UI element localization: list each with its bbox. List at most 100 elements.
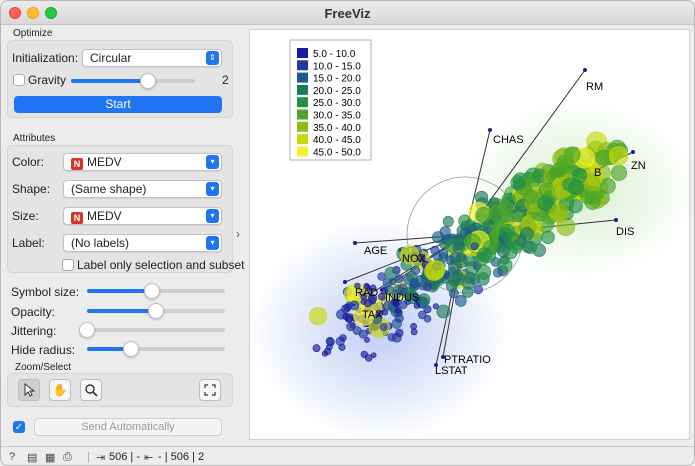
data-point[interactable] <box>610 164 627 181</box>
shape-select[interactable]: (Same shape) ▾ <box>63 180 222 198</box>
data-point[interactable] <box>423 314 432 323</box>
data-point[interactable] <box>523 189 539 205</box>
data-point[interactable] <box>394 307 402 314</box>
data-point[interactable] <box>432 303 439 310</box>
color-select[interactable]: N MEDV ▾ <box>63 153 222 171</box>
data-point[interactable] <box>551 162 567 178</box>
data-point[interactable] <box>382 278 393 288</box>
data-point[interactable] <box>442 216 454 228</box>
data-point[interactable] <box>349 300 360 311</box>
data-point[interactable] <box>510 175 526 191</box>
data-point[interactable] <box>462 286 474 298</box>
save-icon[interactable]: ▤ <box>27 451 37 464</box>
initialization-select[interactable]: Circular ⇕ <box>82 49 222 67</box>
preview-icon[interactable]: ⎙ <box>63 451 72 464</box>
data-point[interactable] <box>595 149 612 166</box>
data-point[interactable] <box>520 227 534 241</box>
data-point[interactable] <box>358 329 368 339</box>
gravity-slider-handle[interactable] <box>140 73 156 89</box>
data-point[interactable] <box>537 195 553 211</box>
data-point[interactable] <box>381 309 389 316</box>
anchor-point[interactable] <box>583 68 587 72</box>
data-point[interactable] <box>425 260 446 280</box>
data-point[interactable] <box>476 264 492 280</box>
size-select[interactable]: N MEDV ▾ <box>63 207 222 225</box>
data-point[interactable] <box>497 200 514 217</box>
output-icon: ⇤ <box>144 452 154 464</box>
data-point[interactable] <box>477 247 493 263</box>
jittering-slider[interactable] <box>79 322 225 338</box>
data-point[interactable] <box>410 265 421 276</box>
anchor-label-zn: ZN <box>631 160 646 172</box>
data-point[interactable] <box>504 231 520 247</box>
send-automatically-button[interactable]: Send Automatically <box>34 418 222 436</box>
data-point[interactable] <box>410 322 417 330</box>
freeviz-plot[interactable]: RM ZN CHAS B DIS AGE NOX RAD INDUS TAX P… <box>249 29 694 441</box>
data-point[interactable] <box>473 284 483 295</box>
data-point[interactable] <box>323 347 332 356</box>
jittering-slider-handle[interactable] <box>79 322 95 338</box>
data-point[interactable] <box>432 231 445 244</box>
data-point[interactable] <box>394 313 404 323</box>
data-point[interactable] <box>364 354 373 362</box>
legend-label: 30.0 - 35.0 <box>313 111 361 122</box>
data-point[interactable] <box>549 203 569 223</box>
symbol-size-slider[interactable] <box>87 283 225 299</box>
legend-label: 5.0 - 10.0 <box>313 49 356 60</box>
data-point[interactable] <box>492 267 503 278</box>
label-select[interactable]: (No labels) ▾ <box>63 234 222 252</box>
anchor-point[interactable] <box>488 128 492 132</box>
report-icon[interactable]: ▦ <box>45 451 55 464</box>
data-point[interactable] <box>436 304 451 319</box>
data-point[interactable] <box>521 240 534 253</box>
data-point[interactable] <box>438 249 449 259</box>
symbol-size-slider-handle[interactable] <box>144 283 160 299</box>
data-point[interactable] <box>470 242 479 251</box>
optimize-box: Initialization: Circular ⇕ Gravity 2 Sta… <box>7 40 233 118</box>
data-point[interactable] <box>563 146 581 164</box>
data-point[interactable] <box>346 322 356 332</box>
anchor-point[interactable] <box>353 241 357 245</box>
collapse-panel-icon[interactable]: › <box>236 227 240 241</box>
anchor-point[interactable] <box>631 150 635 154</box>
data-point[interactable] <box>415 274 428 288</box>
gravity-slider[interactable] <box>71 73 195 89</box>
data-point[interactable] <box>458 214 472 228</box>
data-point[interactable] <box>379 322 388 331</box>
data-point[interactable] <box>608 146 629 166</box>
data-point[interactable] <box>308 307 328 326</box>
zoom-tool-button[interactable] <box>80 379 102 401</box>
data-point[interactable] <box>344 314 354 323</box>
data-point[interactable] <box>599 177 616 194</box>
data-point[interactable] <box>455 295 467 307</box>
fit-view-button[interactable] <box>199 379 221 401</box>
data-point[interactable] <box>451 272 465 286</box>
data-point[interactable] <box>325 336 335 346</box>
opacity-slider-handle[interactable] <box>148 303 164 319</box>
data-point[interactable] <box>339 334 347 342</box>
gravity-checkbox[interactable] <box>13 74 25 86</box>
hide-radius-slider-handle[interactable] <box>123 341 139 357</box>
anchor-point[interactable] <box>614 218 618 222</box>
send-auto-checkbox[interactable]: ✓ <box>13 421 25 433</box>
data-point[interactable] <box>568 179 584 195</box>
opacity-slider[interactable] <box>87 303 225 319</box>
label-only-checkbox[interactable] <box>62 259 74 271</box>
select-tool-button[interactable] <box>18 379 40 401</box>
legend-swatch <box>297 134 308 145</box>
start-button[interactable]: Start <box>14 96 222 113</box>
anchor-point[interactable] <box>343 280 347 284</box>
pan-tool-button[interactable]: ✋ <box>49 379 71 401</box>
help-icon[interactable]: ? <box>9 451 15 463</box>
data-point[interactable] <box>475 207 492 223</box>
data-point[interactable] <box>363 299 372 308</box>
color-label: Color: <box>12 155 45 169</box>
plot-canvas[interactable]: RM ZN CHAS B DIS AGE NOX RAD INDUS TAX P… <box>250 30 694 441</box>
data-point[interactable] <box>312 344 321 353</box>
data-point[interactable] <box>384 266 398 280</box>
data-point[interactable] <box>541 230 555 245</box>
data-point[interactable] <box>453 254 468 268</box>
hide-radius-slider[interactable] <box>87 341 225 357</box>
data-point[interactable] <box>496 244 511 258</box>
data-point[interactable] <box>395 328 404 338</box>
